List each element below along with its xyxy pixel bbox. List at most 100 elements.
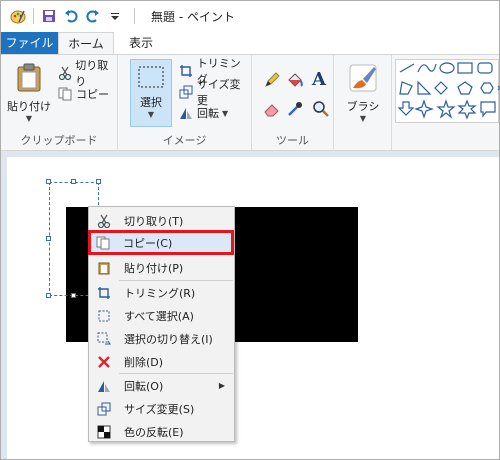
rotate-label: 回転 bbox=[197, 107, 219, 120]
menu-item-label: 切り取り(T) bbox=[124, 214, 184, 228]
menu-item-delete[interactable]: 削除(D) bbox=[90, 350, 233, 373]
selection-handle[interactable] bbox=[96, 179, 101, 184]
crop-icon bbox=[92, 285, 116, 301]
clipboard-paste-icon bbox=[92, 260, 116, 276]
eraser-icon[interactable] bbox=[263, 100, 281, 121]
rotate-button[interactable]: 回転 ▼ bbox=[178, 103, 228, 123]
menu-item-label: サイズ変更(S) bbox=[124, 402, 195, 416]
brushes-group: ブラシ ▼ bbox=[334, 55, 392, 150]
pencil-icon[interactable] bbox=[263, 71, 281, 92]
clipboard-group-label: クリップボード bbox=[20, 134, 98, 147]
menu-item-cut[interactable]: 切り取り(T) bbox=[90, 209, 233, 232]
invert-selection-icon bbox=[92, 331, 116, 347]
brushes-label: ブラシ bbox=[346, 100, 380, 113]
curve-shape-icon bbox=[417, 63, 437, 73]
undo-icon[interactable] bbox=[62, 7, 80, 25]
selection-handle[interactable] bbox=[71, 179, 76, 184]
ribbon-tabs: ファイル ホーム 表示 bbox=[1, 32, 499, 54]
paint-app-icon[interactable] bbox=[9, 7, 27, 25]
menu-item-label: 貼り付け(P) bbox=[124, 261, 184, 275]
menu-item-crop[interactable]: トリミング(R) bbox=[90, 281, 233, 304]
menu-item-label: 選択の切り替え(I) bbox=[124, 332, 213, 346]
rounded-rectangle-shape-icon bbox=[477, 62, 493, 74]
line-shape-icon bbox=[399, 63, 415, 73]
select-dropdown-icon[interactable]: ▼ bbox=[148, 110, 154, 119]
cut-button[interactable]: 切り取り bbox=[57, 59, 117, 88]
callout-shape-icon bbox=[480, 101, 496, 118]
window-title: 無題 - ペイント bbox=[151, 9, 235, 24]
ribbon: 貼り付け ▼ 切り取り コピー クリップボード 選択 ▼ トリミング サイズ変更… bbox=[1, 54, 500, 151]
drawing-canvas[interactable] bbox=[7, 157, 499, 459]
resize-icon bbox=[178, 84, 194, 100]
tools-group-label: ツール bbox=[276, 134, 309, 147]
delete-x-icon bbox=[92, 354, 116, 370]
selection-handle[interactable] bbox=[46, 236, 51, 241]
copy-button[interactable]: コピー bbox=[57, 84, 109, 104]
color-picker-icon[interactable] bbox=[286, 100, 304, 121]
menu-item-invert-color[interactable]: 色の反転(E) bbox=[90, 420, 233, 443]
menu-item-rotate[interactable]: 回転(O) ▶ bbox=[90, 374, 233, 397]
triangle-shape-icon bbox=[417, 80, 432, 95]
tab-file[interactable]: ファイル bbox=[1, 32, 58, 54]
menu-item-invert-selection[interactable]: 選択の切り替え(I) bbox=[90, 327, 233, 350]
menu-item-resize[interactable]: サイズ変更(S) bbox=[90, 397, 233, 420]
menu-item-label: コピー(C) bbox=[123, 236, 173, 250]
select-all-icon bbox=[92, 308, 116, 324]
image-group: 選択 ▼ トリミング サイズ変更 回転 ▼ イメージ bbox=[118, 55, 252, 150]
copy-icon bbox=[91, 235, 115, 251]
select-label: 選択 bbox=[140, 96, 162, 109]
paste-button[interactable]: 貼り付け ▼ bbox=[7, 63, 51, 123]
image-group-label: イメージ bbox=[162, 134, 207, 147]
menu-item-label: 削除(D) bbox=[124, 355, 164, 369]
selection-handle[interactable] bbox=[46, 179, 51, 184]
hexagon-shape-icon bbox=[480, 82, 494, 94]
save-icon[interactable] bbox=[40, 7, 58, 25]
fill-bucket-icon[interactable] bbox=[286, 71, 304, 92]
brushes-button[interactable]: ブラシ ▼ bbox=[341, 63, 385, 123]
shapes-gallery[interactable] bbox=[395, 59, 500, 123]
title-separator bbox=[33, 8, 34, 24]
paste-label: 貼り付け bbox=[7, 100, 51, 113]
brush-icon bbox=[348, 63, 378, 96]
paste-dropdown-icon[interactable]: ▼ bbox=[26, 114, 32, 123]
invert-color-icon bbox=[92, 424, 116, 440]
menu-item-copy[interactable]: コピー(C) bbox=[88, 230, 234, 255]
tools-group: A ツール bbox=[252, 55, 334, 150]
menu-item-label: すべて選択(A) bbox=[124, 309, 194, 323]
clipboard-group: 貼り付け ▼ 切り取り コピー クリップボード bbox=[1, 55, 118, 150]
rectangle-shape-icon bbox=[457, 62, 473, 74]
scissors-icon bbox=[57, 65, 72, 81]
menu-item-paste[interactable]: 貼り付け(P) bbox=[90, 256, 233, 279]
copy-label: コピー bbox=[76, 88, 109, 101]
copy-icon bbox=[57, 86, 73, 102]
magnifier-icon[interactable] bbox=[312, 100, 330, 121]
selection-handle[interactable] bbox=[46, 293, 51, 298]
submenu-arrow-icon: ▶ bbox=[218, 381, 225, 390]
scissors-icon bbox=[92, 213, 116, 229]
resize-icon bbox=[92, 401, 116, 417]
customize-toolbar-icon[interactable] bbox=[106, 7, 124, 25]
brushes-dropdown-icon[interactable]: ▼ bbox=[360, 114, 366, 123]
selection-handle[interactable] bbox=[71, 293, 76, 298]
select-button[interactable]: 選択 ▼ bbox=[130, 59, 172, 127]
clipboard-paste-icon bbox=[15, 63, 43, 96]
resize-button[interactable]: サイズ変更 bbox=[178, 78, 251, 107]
star6-shape-icon bbox=[457, 99, 477, 120]
text-tool-icon[interactable]: A bbox=[312, 69, 326, 90]
menu-item-label: 回転(O) bbox=[124, 379, 164, 393]
rotate-dropdown-icon[interactable]: ▼ bbox=[222, 109, 228, 118]
rotate-icon bbox=[178, 105, 194, 121]
tab-view[interactable]: 表示 bbox=[119, 32, 163, 54]
arrow-down-shape-icon bbox=[397, 101, 415, 116]
star5-shape-icon bbox=[436, 99, 456, 119]
title-bar: 無題 - ペイント bbox=[1, 1, 499, 31]
crop-icon bbox=[178, 63, 194, 79]
pentagon-shape-icon bbox=[457, 81, 473, 95]
tab-home[interactable]: ホーム bbox=[58, 32, 114, 54]
redo-icon[interactable] bbox=[84, 7, 102, 25]
menu-item-label: トリミング(R) bbox=[124, 286, 196, 300]
diamond-shape-icon bbox=[434, 81, 448, 95]
canvas-area bbox=[1, 151, 499, 459]
menu-item-select-all[interactable]: すべて選択(A) bbox=[90, 304, 233, 327]
selection-rectangle-icon bbox=[137, 65, 165, 92]
